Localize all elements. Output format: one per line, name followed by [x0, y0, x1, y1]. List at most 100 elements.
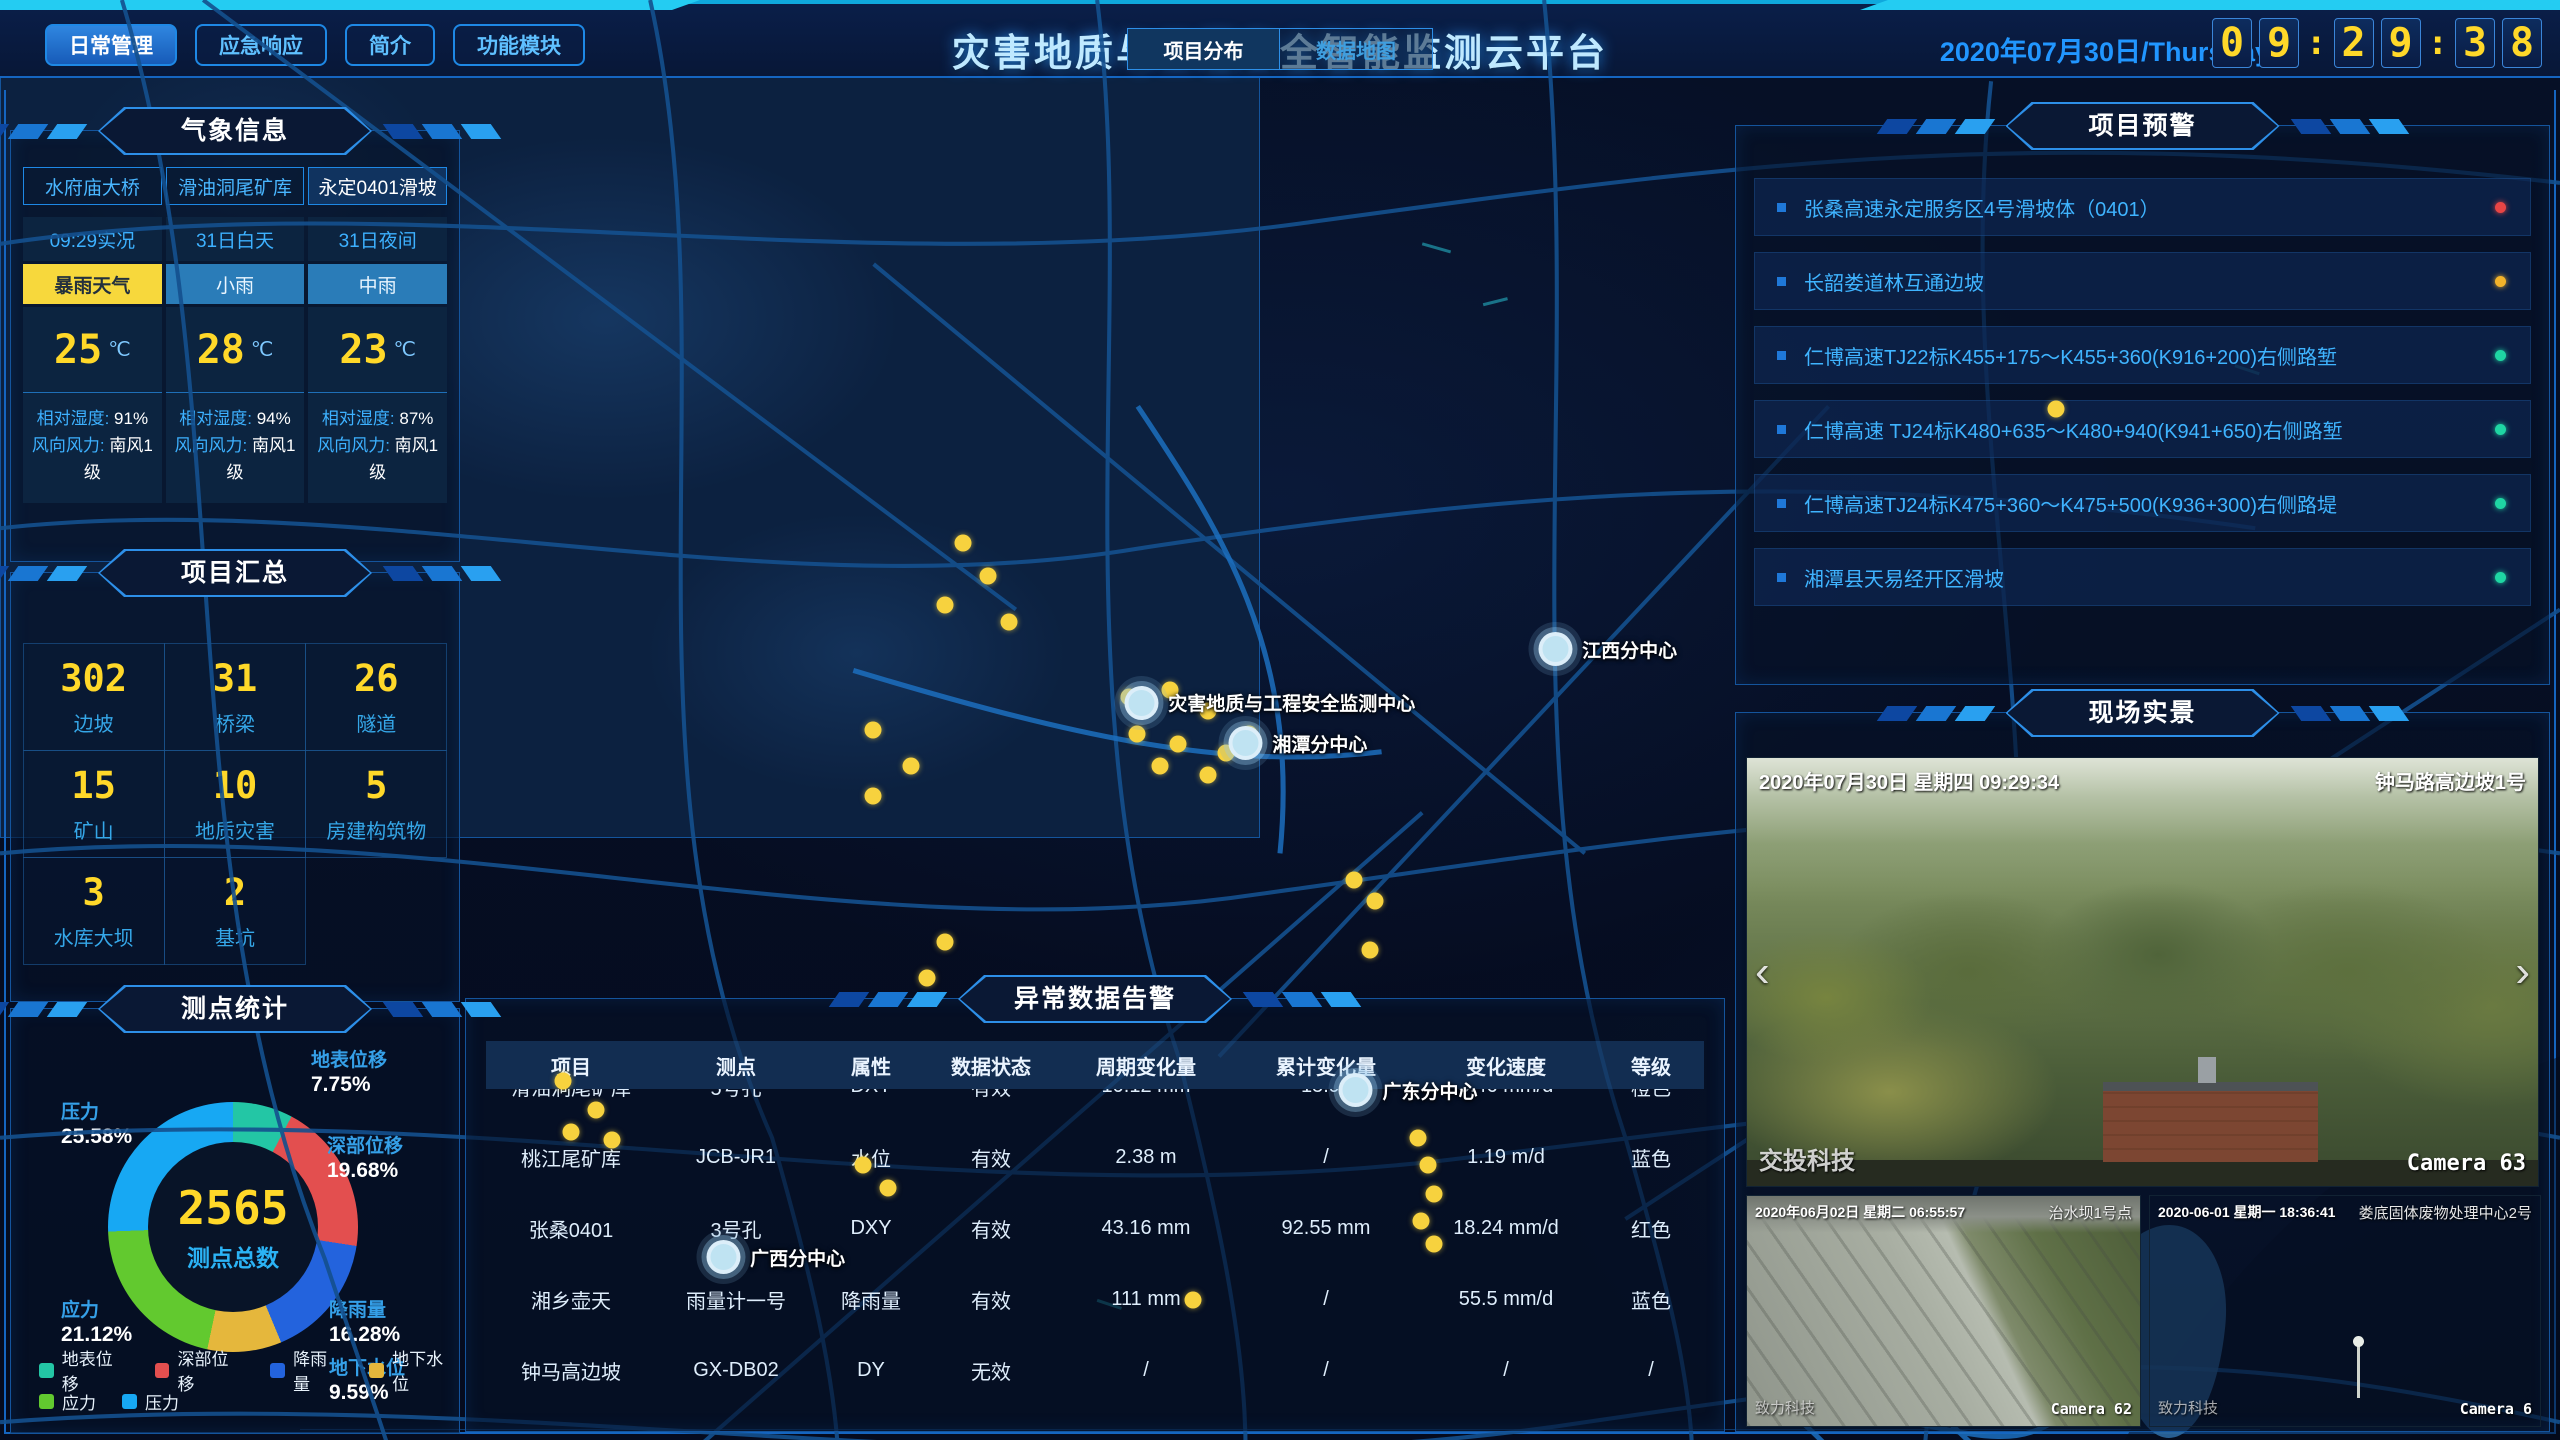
weather-title-text: 气象信息 — [100, 109, 370, 153]
project-map-dot[interactable] — [1200, 766, 1217, 783]
alarm-cell: 无效 — [926, 1356, 1056, 1385]
weather-panel-title: 气象信息 — [0, 107, 496, 155]
next-camera-arrow[interactable]: › — [2515, 947, 2530, 997]
alarm-cell: 有效 — [926, 1285, 1056, 1314]
title-deco-right — [2296, 119, 2404, 134]
camera-thumb-2[interactable]: 2020-06-01 星期一 18:36:41 娄底固体废物处理中心2号 致力科… — [2149, 1195, 2541, 1427]
alarm-cell: 5号孔 — [656, 1089, 816, 1101]
alarm-col-header: 项目 — [486, 1051, 656, 1080]
camera-location-label: 治水坝1号点 — [2049, 1202, 2132, 1223]
alarm-cell: 111 mm — [1056, 1288, 1236, 1311]
camera-brand: 交投科技 — [1759, 1141, 1855, 1176]
camera-location-label: 娄底固体废物处理中心2号 — [2359, 1202, 2532, 1223]
live-panel-title: 现场实景 — [1882, 689, 2404, 737]
alert-item[interactable]: 湘潭县天易经开区滑坡 — [1754, 548, 2531, 606]
alert-bullet-icon — [1777, 499, 1786, 508]
alarm-cell: 红色 — [1596, 1214, 1704, 1243]
title-deco-left — [0, 1002, 82, 1017]
alarm-col-header: 测点 — [656, 1051, 816, 1080]
project-map-dot[interactable] — [980, 568, 997, 585]
alarm-cell: 有效 — [926, 1214, 1056, 1243]
prev-camera-arrow[interactable]: ‹ — [1755, 947, 1770, 997]
alert-bullet-icon — [1777, 573, 1786, 582]
alarm-table-row: 钟马高边坡GX-DB02DY无效//// — [486, 1335, 1704, 1406]
summary-panel-title: 项目汇总 — [0, 549, 496, 597]
alert-item[interactable]: 仁博高速TJ24标K475+360～K475+500(K936+300)右侧路堤 — [1754, 474, 2531, 532]
alarm-cell: 湘乡壶天 — [486, 1285, 656, 1314]
alert-status-dot-green — [2495, 424, 2506, 435]
alert-bullet-icon — [1777, 277, 1786, 286]
title-deco-left — [0, 566, 82, 581]
alert-item[interactable]: 仁博高速TJ22标K455+175～K455+360(K916+200)右侧路堑 — [1754, 326, 2531, 384]
map-center-灾害地质与工程安全监测中心[interactable]: 灾害地质与工程安全监测中心 — [1124, 686, 1260, 720]
camera-timestamp: 2020-06-01 星期一 18:36:41 — [2158, 1202, 2335, 1222]
project-map-dot[interactable] — [903, 758, 920, 775]
alarm-cell: 55.5 mm/d — [1416, 1288, 1596, 1311]
alarm-table-row: 张桑0401ZS0401-DB1DXY有效8.86 mm23.16mm3.83 … — [486, 1406, 1704, 1425]
project-map-dot[interactable] — [954, 534, 971, 551]
alarm-cell: / — [1236, 1359, 1416, 1382]
title-deco-left — [834, 992, 942, 1007]
alert-text: 张桑高速永定服务区4号滑坡体（0401） — [1804, 193, 2495, 222]
camera-id: Camera 6 — [2460, 1400, 2532, 1418]
map-center-湘潭分中心[interactable]: 湘潭分中心 — [1228, 726, 1260, 760]
alarm-cell: 蓝色 — [1596, 1143, 1704, 1172]
alarm-table-row: 滑油洞尾矿库5号孔DXY有效10.12 mm15.975.46 mm/d橙色 — [486, 1089, 1704, 1122]
alarm-cell: 有效 — [926, 1089, 1056, 1101]
alert-text: 湘潭县天易经开区滑坡 — [1804, 563, 2495, 592]
alarm-panel-title: 异常数据告警 — [834, 975, 1356, 1023]
alarm-cell: 蓝色 — [1596, 1285, 1704, 1314]
alarm-table-panel: 异常数据告警 项目测点属性数据状态周期变化量累计变化量变化速度等级 滑油洞尾矿库… — [465, 998, 1725, 1432]
title-deco-left — [1882, 119, 1990, 134]
alarm-cell: / — [1236, 1146, 1416, 1169]
project-map-dot[interactable] — [864, 788, 881, 805]
alarm-cell: 有效 — [926, 1143, 1056, 1172]
alarm-cell: 92.55 mm — [1236, 1217, 1416, 1240]
project-map-dot[interactable] — [864, 722, 881, 739]
alarm-cell: / — [1056, 1359, 1236, 1382]
alerts-title-text: 项目预警 — [2008, 104, 2278, 148]
alert-status-dot-yellow — [2495, 276, 2506, 287]
alarm-cell: 橙色 — [1596, 1089, 1704, 1101]
alarm-cell: GX-DB02 — [656, 1359, 816, 1382]
camera-id: Camera 62 — [2051, 1400, 2132, 1418]
alarm-cell: 10.12 mm — [1056, 1089, 1236, 1098]
alarm-cell: DY — [816, 1359, 926, 1382]
alarm-cell: 水位 — [816, 1143, 926, 1172]
title-deco-left — [1882, 706, 1990, 721]
project-map-dot[interactable] — [1169, 736, 1186, 753]
map-tab-bar: 项目分布数据地图 — [1127, 28, 1260, 70]
project-map-dot[interactable] — [1128, 726, 1145, 743]
map-tab-1[interactable]: 项目分布 — [1128, 29, 1260, 69]
alert-item[interactable]: 长韶娄道林互通边坡 — [1754, 252, 2531, 310]
alert-status-dot-green — [2495, 498, 2506, 509]
brick-building — [2103, 1082, 2318, 1162]
camera-location-label: 钟马路高边坡1号 — [2375, 766, 2526, 795]
alert-item[interactable]: 仁博高速 TJ24标K480+635～K480+940(K941+650)右侧路… — [1754, 400, 2531, 458]
project-map-dot[interactable] — [936, 596, 953, 613]
alarm-table-row: 湘乡壶天雨量计一号降雨量有效111 mm/55.5 mm/d蓝色 — [486, 1264, 1704, 1335]
summary-title-text: 项目汇总 — [100, 551, 370, 595]
alarm-cell: 雨量计一号 — [656, 1285, 816, 1314]
alarm-cell: / — [1236, 1288, 1416, 1311]
title-deco-right — [388, 566, 496, 581]
alarm-cell: 滑油洞尾矿库 — [486, 1089, 656, 1101]
camera-id: Camera 63 — [2407, 1151, 2526, 1176]
alert-text: 仁博高速TJ22标K455+175～K455+360(K916+200)右侧路堑 — [1804, 341, 2495, 370]
main-camera-view[interactable]: 2020年07月30日 星期四 09:29:34 钟马路高边坡1号 交投科技 C… — [1746, 757, 2539, 1187]
alarm-cell: 3号孔 — [656, 1214, 816, 1243]
alarm-cell: JCB-JR1 — [656, 1146, 816, 1169]
alarm-cell: DXY — [816, 1089, 926, 1098]
camera-brand: 致力科技 — [2158, 1397, 2218, 1418]
camera-thumb-1[interactable]: 2020年06月02日 星期二 06:55:57 治水坝1号点 致力科技 Cam… — [1746, 1195, 2141, 1427]
alarm-cell: 张桑0401 — [486, 1214, 656, 1243]
alert-text: 长韶娄道林互通边坡 — [1804, 267, 2495, 296]
project-map-dot[interactable] — [1000, 614, 1017, 631]
alert-status-dot-green — [2495, 572, 2506, 583]
alarm-cell: / — [1416, 1359, 1596, 1382]
live-view-panel: 现场实景 2020年07月30日 星期四 09:29:34 钟马路高边坡1号 交… — [1735, 712, 2550, 1432]
alert-item[interactable]: 张桑高速永定服务区4号滑坡体（0401） — [1754, 178, 2531, 236]
project-alerts-panel: 项目预警 张桑高速永定服务区4号滑坡体（0401）长韶娄道林互通边坡仁博高速TJ… — [1735, 125, 2550, 685]
alert-bullet-icon — [1777, 425, 1786, 434]
project-map-dot[interactable] — [1151, 758, 1168, 775]
